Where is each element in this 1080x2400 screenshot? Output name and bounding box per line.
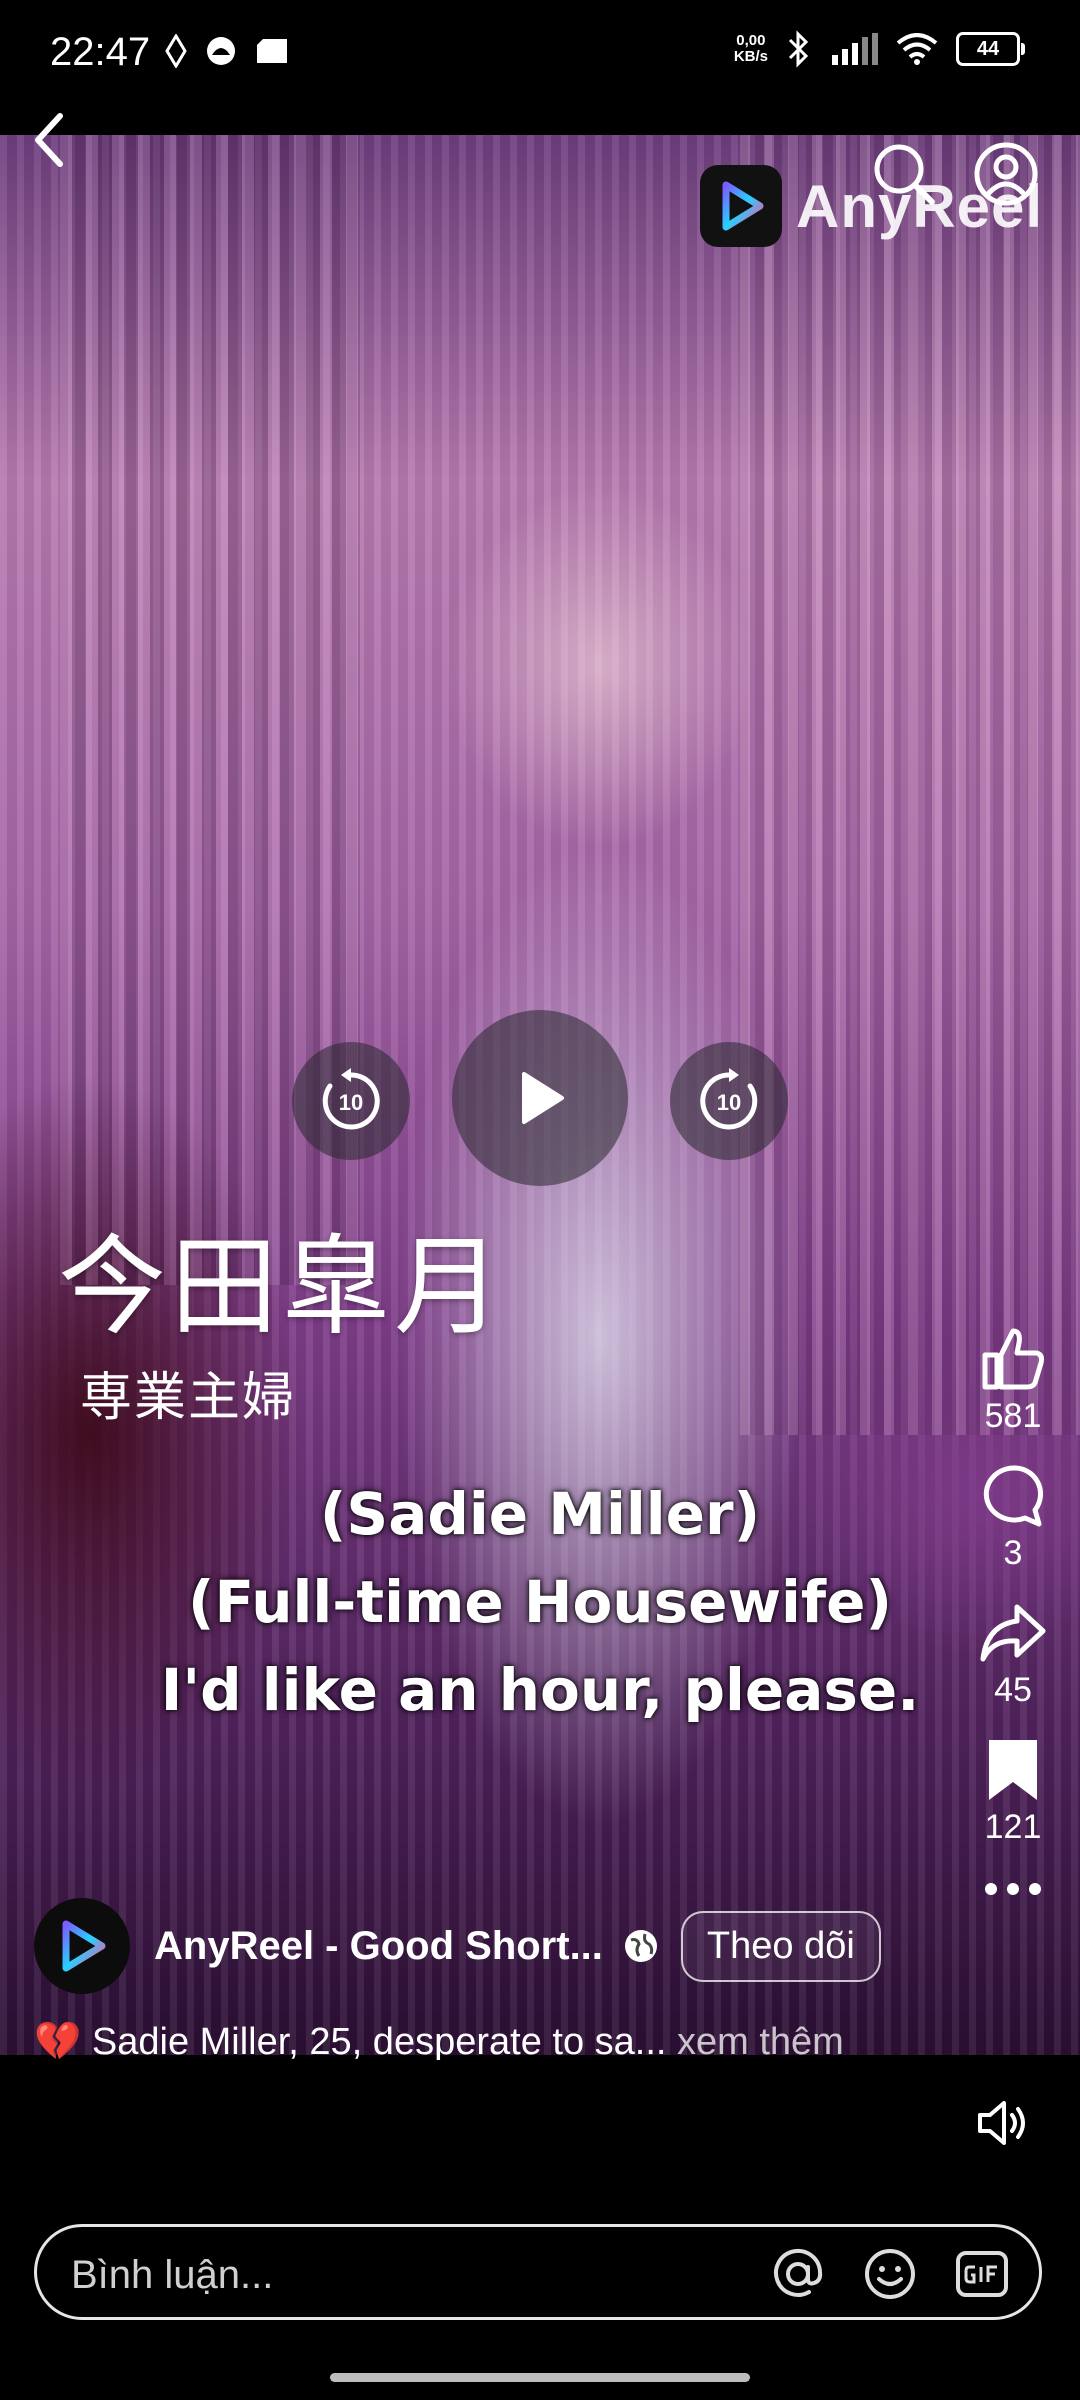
subtitle-line: (Full-time Housewife): [187, 1568, 892, 1636]
signal-icon: [832, 33, 878, 65]
search-icon[interactable]: [870, 140, 938, 208]
video-role-overlay: 専業主婦: [80, 1368, 297, 1428]
play-button[interactable]: [452, 1010, 628, 1186]
video-backdrop-right: [740, 135, 1080, 1435]
see-more-link[interactable]: xem thêm: [677, 2021, 844, 2060]
bookmark-icon: [989, 1740, 1037, 1800]
comment-button[interactable]: 3: [979, 1462, 1047, 1573]
speaker-icon: [978, 2101, 1025, 2145]
playback-controls: 10 10: [0, 1010, 1080, 1190]
volume-button[interactable]: [974, 2095, 1030, 2156]
status-bar: 22:47 0,00 KB/s 44: [0, 0, 1080, 135]
broken-heart-emoji: 💔: [34, 2021, 82, 2060]
subtitle-line: (Sadie Miller): [319, 1480, 761, 1548]
emoji-icon[interactable]: [863, 2247, 917, 2301]
status-notification-icons: [165, 34, 289, 68]
thumbs-up-icon: [982, 1328, 1044, 1390]
more-options-button[interactable]: [983, 1881, 1043, 1902]
more-dots-icon: [985, 1883, 1041, 1895]
comment-tools: [771, 2247, 1009, 2301]
top-actions: [870, 140, 1040, 208]
save-count: 121: [984, 1808, 1042, 1846]
author-name[interactable]: AnyReel - Good Short...: [154, 1924, 603, 1969]
video-name-overlay: 今田皐月: [58, 1225, 507, 1350]
action-rail: 581 3 45 121: [968, 1325, 1058, 1902]
back-button[interactable]: [30, 110, 80, 180]
wifi-icon: [896, 33, 938, 65]
author-avatar[interactable]: [34, 1898, 130, 1994]
vpn-app-icon: [207, 37, 235, 65]
network-speed-value: 0,00: [736, 32, 766, 49]
status-time: 22:47: [50, 30, 151, 74]
subtitle-line: I'd like an hour, please.: [160, 1656, 920, 1724]
like-button[interactable]: 581: [979, 1325, 1047, 1436]
anyreel-play-logo-icon: [62, 1920, 106, 1972]
home-indicator[interactable]: [330, 2373, 750, 2382]
profile-icon[interactable]: [972, 140, 1040, 208]
comment-bubble-icon: [983, 1465, 1044, 1527]
network-speed: 0,00 KB/s: [734, 33, 768, 65]
cloud-app-icon: [257, 39, 287, 63]
author-row: AnyReel - Good Short... Theo dõi: [34, 1898, 881, 1994]
like-count: 581: [984, 1397, 1042, 1435]
network-speed-unit: KB/s: [733, 48, 768, 65]
comment-input[interactable]: [69, 2249, 673, 2301]
chevron-left-icon: [35, 113, 63, 167]
play-icon: [522, 1072, 564, 1124]
globe-icon: [624, 1930, 657, 1962]
comment-count: 3: [1003, 1534, 1023, 1572]
status-right-icons: 0,00 KB/s 44: [734, 30, 1025, 68]
share-count: 45: [994, 1671, 1032, 1709]
battery-indicator: 44: [956, 32, 1025, 66]
share-arrow-icon: [980, 1604, 1046, 1662]
forward-seconds: 10: [717, 1090, 741, 1115]
mention-icon[interactable]: [771, 2247, 825, 2301]
post-caption[interactable]: 💔 Sadie Miller, 25, desperate to sa... x…: [34, 2020, 844, 2060]
video-subtitles: (Sadie Miller) (Full-time Housewife) I'd…: [0, 1470, 1080, 1734]
gif-icon[interactable]: [955, 2247, 1009, 2301]
anyreel-logo-icon: [700, 165, 782, 247]
share-button[interactable]: 45: [979, 1599, 1047, 1710]
forward-10-icon: 10: [700, 1068, 758, 1130]
navigation-app-icon: [165, 34, 187, 68]
follow-button[interactable]: Theo dõi: [680, 1910, 881, 1982]
caption-text: Sadie Miller, 25, desperate to sa...: [91, 2021, 667, 2060]
rewind-10-icon: 10: [322, 1068, 380, 1130]
forward-button[interactable]: 10: [670, 1042, 788, 1160]
bluetooth-icon: [788, 30, 809, 68]
save-button[interactable]: 121: [983, 1736, 1043, 1847]
rewind-button[interactable]: 10: [292, 1042, 410, 1160]
rewind-seconds: 10: [339, 1090, 363, 1115]
comment-bar: [34, 2224, 1042, 2320]
